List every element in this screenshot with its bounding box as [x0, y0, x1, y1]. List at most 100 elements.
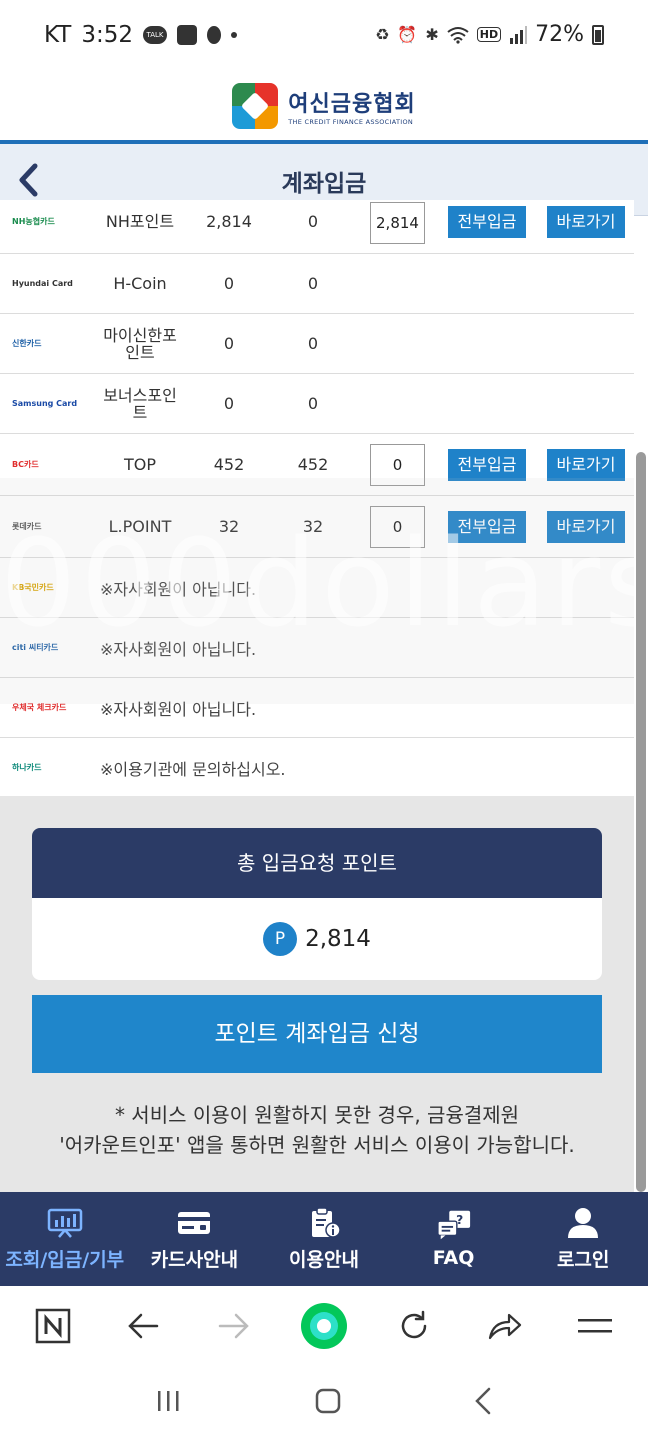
nav-item-faq[interactable]: ? FAQ	[389, 1192, 519, 1286]
apply-deposit-button[interactable]: 포인트 계좌입금 신청	[32, 995, 602, 1073]
recycle-icon: ♻	[375, 25, 390, 44]
deposit-all-button[interactable]: 전부입금	[448, 510, 526, 543]
table-row: 하나카드 ※이용기관에 문의하십시오.	[0, 738, 634, 798]
point-balance: 0	[223, 274, 235, 293]
gallery-icon	[177, 25, 198, 45]
hd-icon: HD	[476, 27, 502, 42]
association-logo-icon	[232, 83, 279, 129]
site-logo[interactable]: 여신금융협회 THE CREDIT FINANCE ASSOCIATION	[0, 72, 648, 140]
menu-button[interactable]	[570, 1301, 620, 1351]
bluetooth-icon: ✱	[425, 25, 439, 44]
naver-home-button[interactable]	[28, 1301, 78, 1351]
nav-item-card-companies[interactable]: 카드사안내	[130, 1192, 260, 1286]
lightbulb-icon	[207, 26, 222, 44]
notification-dot-icon	[231, 32, 238, 38]
points-table: NH농협카드 NH포인트 2,814 0 2,814 전부입금 바로가기 Hyundai Ca…	[0, 200, 634, 798]
available-points: 0	[307, 274, 319, 293]
arrow-right-icon	[218, 1313, 249, 1339]
note-line-1: * 서비스 이용이 원활하지 못한 경우, 금융결제원	[114, 1103, 520, 1127]
signal-icon	[510, 25, 528, 44]
refresh-icon	[402, 1310, 427, 1339]
total-body: P 2,814	[32, 898, 602, 980]
nav-item-login[interactable]: 로그인	[518, 1192, 648, 1286]
point-balance: 32	[218, 517, 240, 536]
naver-green-dot-button[interactable]	[299, 1301, 349, 1351]
status-bar: KT 3:52 TALK ♻ ⏰ ✱ HD 72%	[0, 0, 648, 72]
hamburger-icon	[577, 1319, 612, 1333]
deposit-amount-input[interactable]: 2,814	[370, 201, 425, 244]
card-company-logo: citi 씨티카드	[12, 643, 59, 652]
nav-label-inquiry: 조회/입금/기부	[5, 1248, 125, 1271]
clipboard-info-icon	[306, 1206, 342, 1239]
table-row: BC카드 TOP 452 452 0 전부입금 바로가기	[0, 434, 634, 496]
point-balance: 0	[223, 394, 235, 413]
share-button[interactable]	[480, 1301, 530, 1351]
status-right: ♻ ⏰ ✱ HD 72%	[375, 22, 604, 47]
note-line-2: '어카운트인포' 앱을 통하면 원활한 서비스 이용이 가능합니다.	[59, 1133, 575, 1157]
logo-text: 여신금융협회 THE CREDIT FINANCE ASSOCIATION	[288, 86, 415, 126]
home-square-icon	[315, 1388, 341, 1414]
browser-toolbar	[0, 1286, 648, 1366]
member-status-message: ※자사회원이 아닙니다.	[100, 579, 257, 599]
go-to-site-button[interactable]: 바로가기	[547, 510, 625, 543]
nav-label-login: 로그인	[556, 1248, 610, 1271]
arrow-left-icon	[128, 1313, 159, 1339]
table-row: citi 씨티카드 ※자사회원이 아닙니다.	[0, 618, 634, 678]
carrier-label: KT	[44, 22, 72, 48]
system-back-button[interactable]	[474, 1387, 492, 1419]
user-icon	[565, 1207, 601, 1239]
card-company-logo: Samsung Card	[12, 399, 78, 408]
point-name: H-Coin	[113, 274, 167, 293]
card-company-logo: 하나카드	[12, 763, 42, 772]
logo-korean: 여신금융협회	[288, 92, 416, 117]
available-points: 32	[302, 517, 324, 536]
go-to-site-button[interactable]: 바로가기	[547, 205, 625, 238]
alarm-icon: ⏰	[397, 25, 418, 44]
recent-apps-button[interactable]	[156, 1389, 182, 1417]
logo-english: THE CREDIT FINANCE ASSOCIATION	[288, 118, 414, 126]
forward-nav-button[interactable]	[209, 1301, 259, 1351]
refresh-button[interactable]	[389, 1301, 439, 1351]
scrollbar-thumb[interactable]	[636, 452, 646, 1192]
total-card: 총 입금요청 포인트 P 2,814	[32, 828, 602, 980]
deposit-all-button[interactable]: 전부입금	[448, 205, 526, 238]
card-company-logo: BC카드	[12, 460, 39, 469]
available-points: 452	[297, 455, 329, 474]
kakaotalk-icon: TALK	[143, 26, 168, 44]
deposit-all-button[interactable]: 전부입금	[448, 448, 526, 481]
nav-item-guide[interactable]: 이용안내	[259, 1192, 389, 1286]
home-button[interactable]	[315, 1388, 341, 1418]
card-company-logo: 신한카드	[12, 339, 42, 348]
point-balance: 0	[223, 334, 235, 353]
point-name: TOP	[123, 455, 156, 474]
nav-label-guide: 이용안내	[289, 1248, 359, 1271]
nav-label-faq: FAQ	[432, 1247, 475, 1269]
table-row: KB국민카드 ※자사회원이 아닙니다.	[0, 558, 634, 618]
chart-board-icon	[47, 1207, 83, 1239]
member-status-message: ※자사회원이 아닙니다.	[100, 699, 257, 719]
card-company-logo: 롯데카드	[12, 522, 42, 531]
nav-item-inquiry[interactable]: 조회/입금/기부	[0, 1192, 130, 1286]
card-company-logo: KB국민카드	[12, 583, 54, 592]
wifi-icon	[447, 26, 469, 44]
available-points: 0	[307, 394, 319, 413]
deposit-amount-input[interactable]: 0	[370, 505, 425, 548]
point-badge-icon: P	[263, 922, 298, 956]
total-heading: 총 입금요청 포인트	[32, 828, 602, 898]
point-balance: 452	[213, 455, 245, 474]
naver-n-icon	[35, 1308, 71, 1344]
battery-percent: 72%	[535, 22, 584, 47]
back-nav-button[interactable]	[118, 1301, 168, 1351]
green-dot-icon	[300, 1303, 347, 1349]
bottom-nav: 조회/입금/기부 카드사안내 이용안내 ? FAQ 로그인	[0, 1192, 648, 1286]
clock: 3:52	[81, 22, 134, 48]
chat-question-icon: ?	[436, 1209, 472, 1241]
go-to-site-button[interactable]: 바로가기	[547, 448, 625, 481]
deposit-amount-input[interactable]: 0	[370, 443, 425, 486]
system-back-icon	[474, 1387, 490, 1415]
share-arrow-icon	[488, 1313, 521, 1340]
point-name: L.POINT	[108, 517, 172, 536]
card-icon	[176, 1207, 212, 1239]
service-note: * 서비스 이용이 원활하지 못한 경우, 금융결제원 '어카운트인포' 앱을 …	[0, 1100, 634, 1160]
total-value: 2,814	[305, 926, 371, 952]
